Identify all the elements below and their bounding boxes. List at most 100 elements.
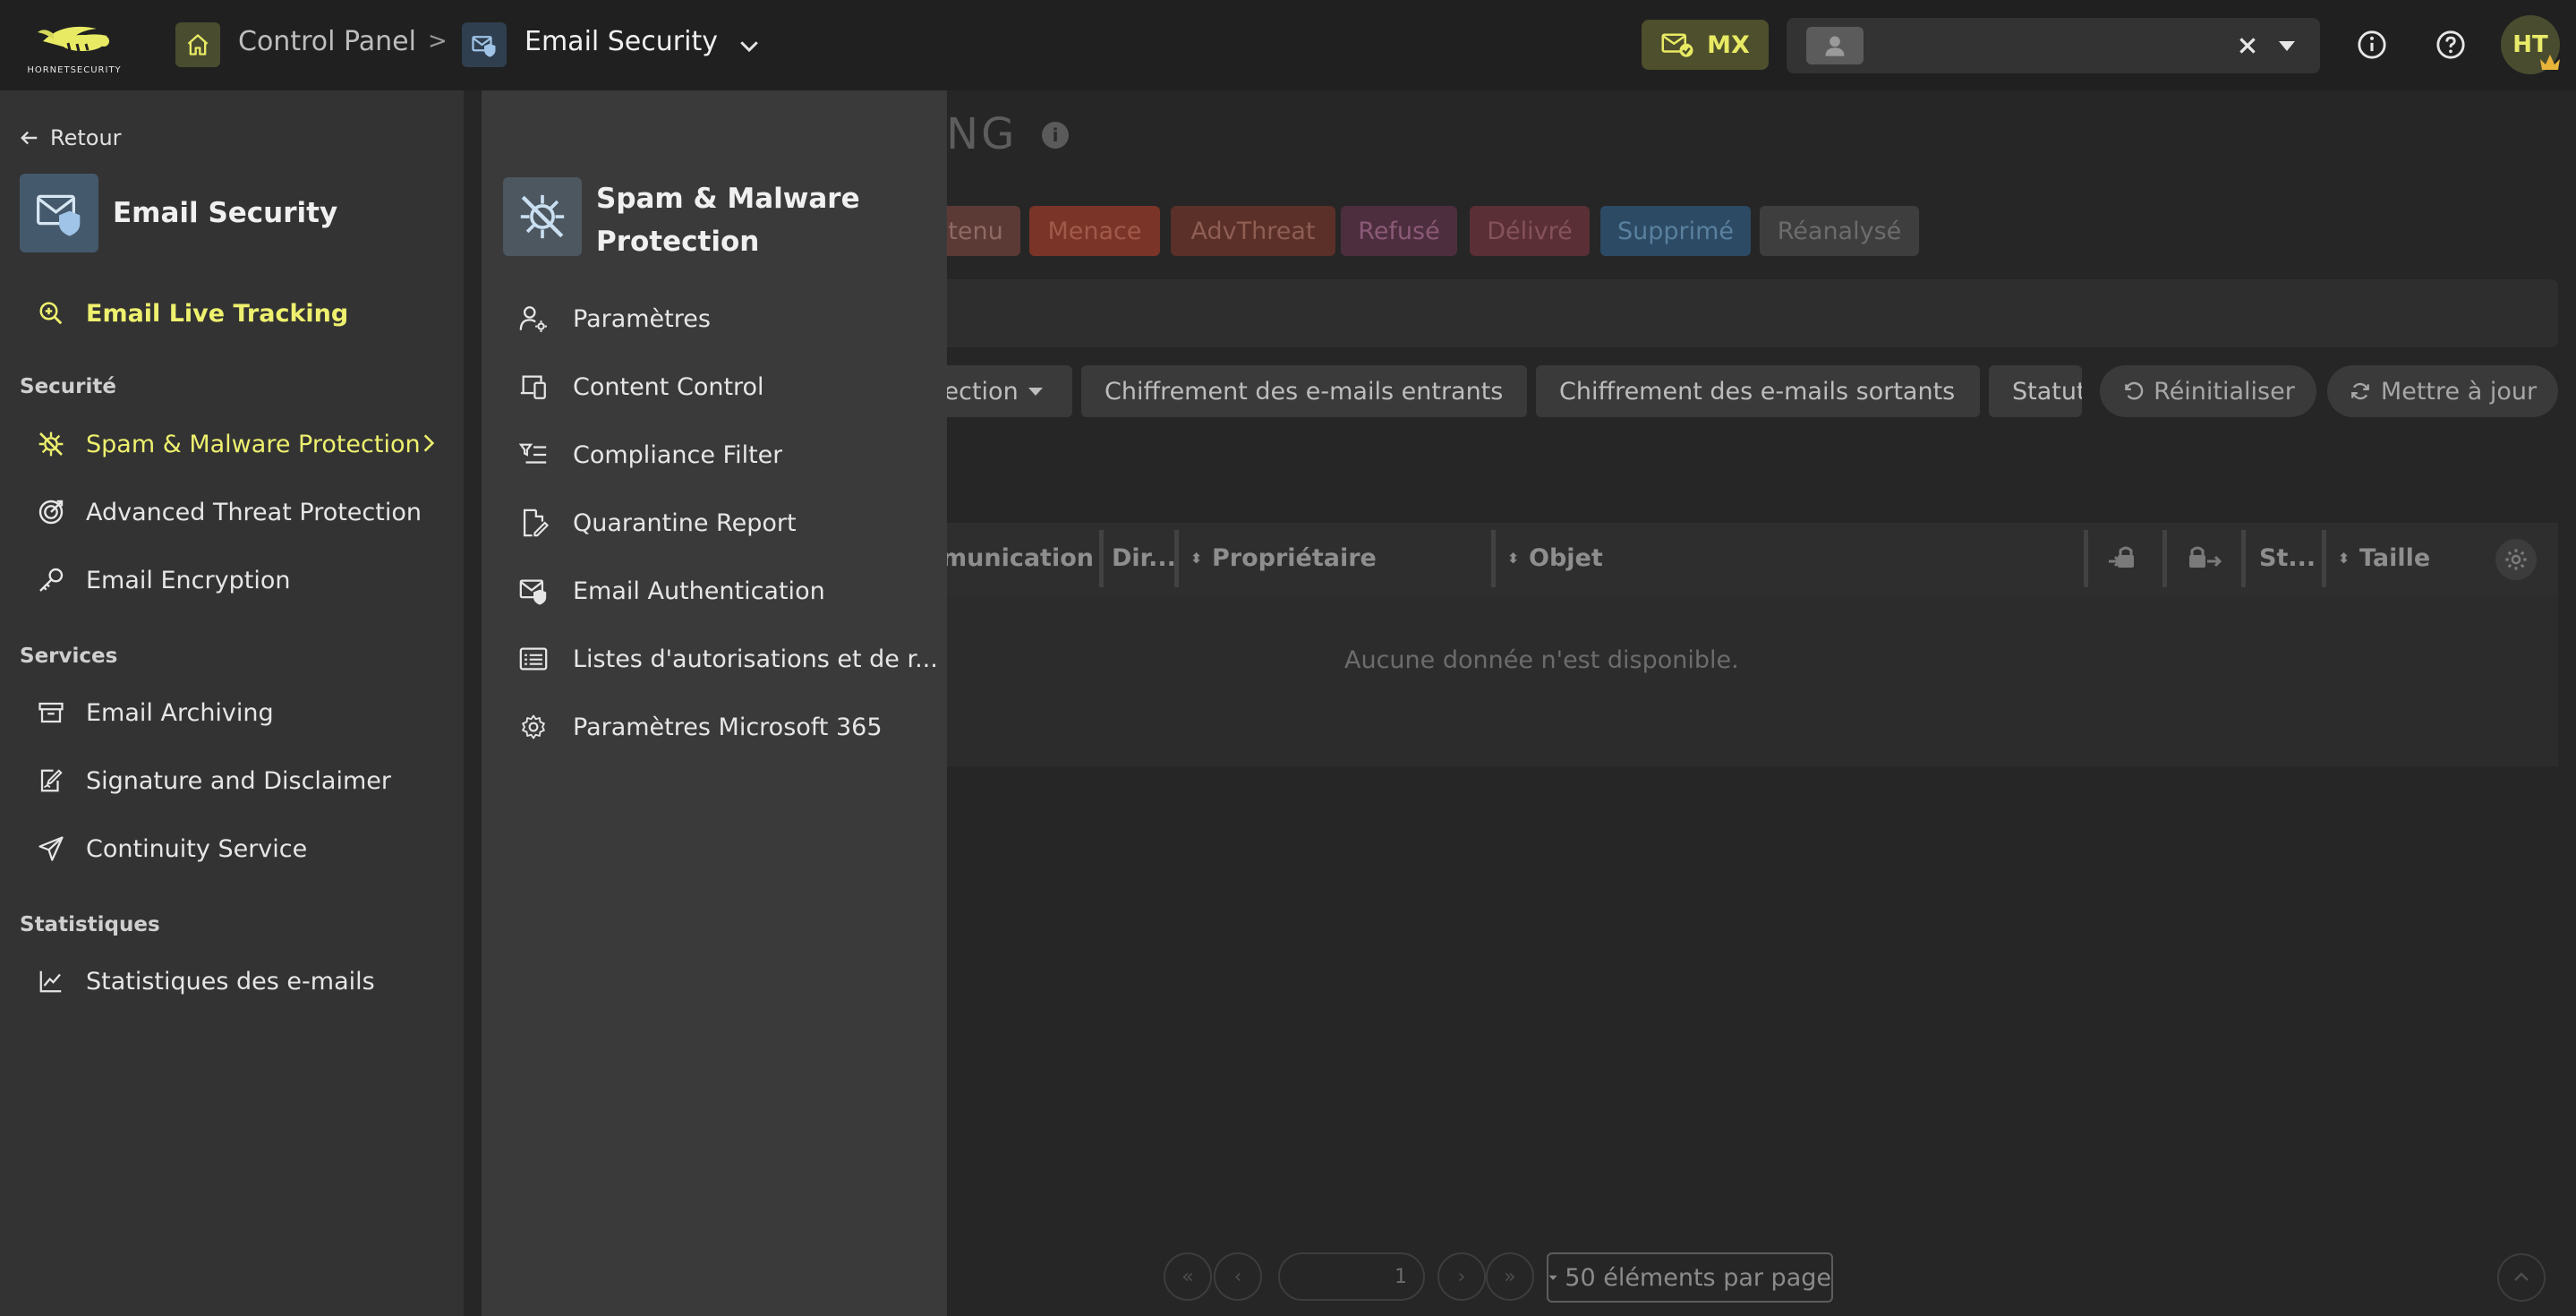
prev-page-button[interactable]: ‹	[1214, 1252, 1262, 1301]
col-subject[interactable]: Objet	[1529, 544, 1603, 572]
mail-check-icon	[1661, 33, 1693, 57]
document-edit-icon	[517, 507, 550, 539]
per-page-select[interactable]: 50 éléments par page	[1547, 1252, 1833, 1303]
scroll-top-icon[interactable]	[2497, 1253, 2546, 1302]
chip-advthreat[interactable]: AdvThreat	[1171, 206, 1335, 256]
submenu-panel	[482, 90, 947, 1316]
chip-supprime[interactable]: Supprimé	[1600, 206, 1751, 256]
home-icon	[187, 34, 209, 56]
column-resizer[interactable]	[1174, 530, 1179, 587]
logo-text: HORNETSECURITY	[27, 65, 122, 75]
col-status[interactable]: St...	[2259, 544, 2316, 572]
col-size[interactable]: Taille	[2359, 544, 2430, 572]
virus-off-icon	[36, 429, 66, 459]
search-plus-icon	[36, 298, 66, 329]
caret-down-icon	[1548, 1275, 1557, 1280]
hornetsecurity-logo[interactable]: HORNETSECURITY	[18, 16, 131, 75]
submenu-title: Spam & Malware Protection	[596, 183, 860, 258]
table-body	[931, 594, 2558, 766]
sort-icon[interactable]: ⬍	[1507, 550, 1519, 567]
first-page-button[interactable]: «	[1164, 1252, 1212, 1301]
sort-icon[interactable]: ⬍	[1190, 550, 1202, 567]
next-page-button[interactable]: ›	[1437, 1252, 1486, 1301]
col-communication[interactable]: munication	[942, 544, 1094, 572]
submenu-item-quarantine-report[interactable]: Quarantine Report	[517, 503, 938, 543]
tenant-dropdown-icon[interactable]	[2277, 38, 2297, 54]
refresh-button[interactable]: Mettre à jour	[2327, 365, 2558, 417]
breadcrumb-separator: >	[428, 28, 448, 55]
refresh-icon	[2351, 382, 2369, 400]
chevron-down-icon[interactable]	[736, 32, 763, 59]
column-settings-icon[interactable]	[2495, 539, 2537, 580]
mx-button[interactable]: MX	[1642, 20, 1769, 70]
sidebar-header-title: Email Security	[113, 197, 338, 229]
submenu-item-allow-deny-lists[interactable]: Listes d'autorisations et de r...	[517, 639, 938, 679]
paper-plane-icon	[36, 833, 66, 864]
caret-down-icon	[1028, 388, 1043, 396]
sidebar-item-statistics[interactable]: Statistiques des e-mails	[36, 961, 375, 1001]
tenant-selector[interactable]	[1787, 18, 2320, 73]
submenu-item-content-control[interactable]: Content Control	[517, 367, 938, 406]
column-resizer[interactable]	[2162, 530, 2167, 587]
virus-off-icon	[503, 177, 582, 256]
submenu-item-compliance-filter[interactable]: Compliance Filter	[517, 435, 938, 474]
info-icon[interactable]	[2352, 25, 2392, 64]
chip-menace[interactable]: Menace	[1029, 206, 1160, 256]
sidebar-item-spam-malware[interactable]: Spam & Malware Protection	[36, 424, 421, 464]
outgoing-lock-icon	[2186, 543, 2222, 573]
email-security-crumb-icon	[462, 22, 507, 67]
sidebar-item-continuity[interactable]: Continuity Service	[36, 829, 307, 868]
back-link[interactable]: Retour	[20, 125, 122, 150]
mx-label: MX	[1707, 30, 1750, 59]
column-resizer[interactable]	[1099, 530, 1104, 587]
help-icon[interactable]	[2431, 25, 2470, 64]
home-button[interactable]	[175, 22, 220, 67]
line-chart-icon	[36, 966, 66, 996]
status-filter[interactable]: Statut	[1989, 365, 2082, 417]
empty-message: Aucune donnée n'est disponible.	[1344, 646, 1739, 674]
outgoing-encryption-filter[interactable]: Chiffrement des e-mails sortants	[1536, 365, 1980, 417]
section-services: Services	[20, 645, 118, 668]
arrow-left-icon	[21, 131, 38, 145]
column-resizer[interactable]	[2241, 530, 2246, 587]
sidebar-item-archiving[interactable]: Email Archiving	[36, 693, 274, 732]
panel-divider	[464, 90, 482, 1316]
undo-icon	[2125, 381, 2144, 400]
breadcrumb-email-security[interactable]: Email Security	[525, 26, 718, 57]
chip-reanalyse[interactable]: Réanalysé	[1760, 206, 1919, 256]
top-bar: HORNETSECURITY Control Panel > Email Sec…	[0, 0, 2576, 90]
hornet-logo-icon	[38, 26, 109, 52]
breadcrumb-control-panel[interactable]: Control Panel	[238, 26, 416, 57]
title-info-icon[interactable]: i	[1042, 122, 1069, 149]
tenant-avatar-icon	[1806, 27, 1864, 64]
target-icon	[36, 497, 66, 527]
search-bar[interactable]	[931, 279, 2558, 347]
column-resizer[interactable]	[2084, 530, 2088, 587]
page-number-input[interactable]: 1	[1278, 1252, 1425, 1301]
incoming-encryption-filter[interactable]: Chiffrement des e-mails entrants	[1081, 365, 1527, 417]
sidebar-item-signature[interactable]: Signature and Disclaimer	[36, 761, 391, 800]
gear-icon	[517, 711, 550, 743]
chip-refuse[interactable]: Refusé	[1341, 206, 1457, 256]
submenu-item-parametres[interactable]: Paramètres	[517, 299, 938, 338]
user-gear-icon	[517, 303, 550, 335]
last-page-button[interactable]: »	[1486, 1252, 1534, 1301]
section-security: Securité	[20, 375, 116, 398]
sidebar-item-encryption[interactable]: Email Encryption	[36, 560, 290, 600]
sidebar-item-atp[interactable]: Advanced Threat Protection	[36, 492, 422, 532]
submenu-item-email-authentication[interactable]: Email Authentication	[517, 571, 938, 611]
column-resizer[interactable]	[1491, 530, 1496, 587]
mail-shield-icon	[517, 575, 550, 607]
sort-icon[interactable]: ⬍	[2338, 550, 2350, 567]
submenu-item-microsoft-365[interactable]: Paramètres Microsoft 365	[517, 707, 938, 747]
clear-icon[interactable]	[2236, 34, 2259, 57]
reset-button[interactable]: Réinitialiser	[2100, 365, 2316, 417]
column-resizer[interactable]	[2322, 530, 2326, 587]
archive-icon	[36, 697, 66, 728]
col-direction[interactable]: Dir...	[1112, 544, 1176, 572]
sidebar-item-live-tracking[interactable]: Email Live Tracking	[36, 294, 348, 333]
chip-delivre[interactable]: Délivré	[1470, 206, 1590, 256]
col-owner[interactable]: Propriétaire	[1212, 544, 1377, 572]
incoming-lock-icon	[2107, 543, 2143, 573]
direction-filter[interactable]: rection	[931, 365, 1072, 417]
